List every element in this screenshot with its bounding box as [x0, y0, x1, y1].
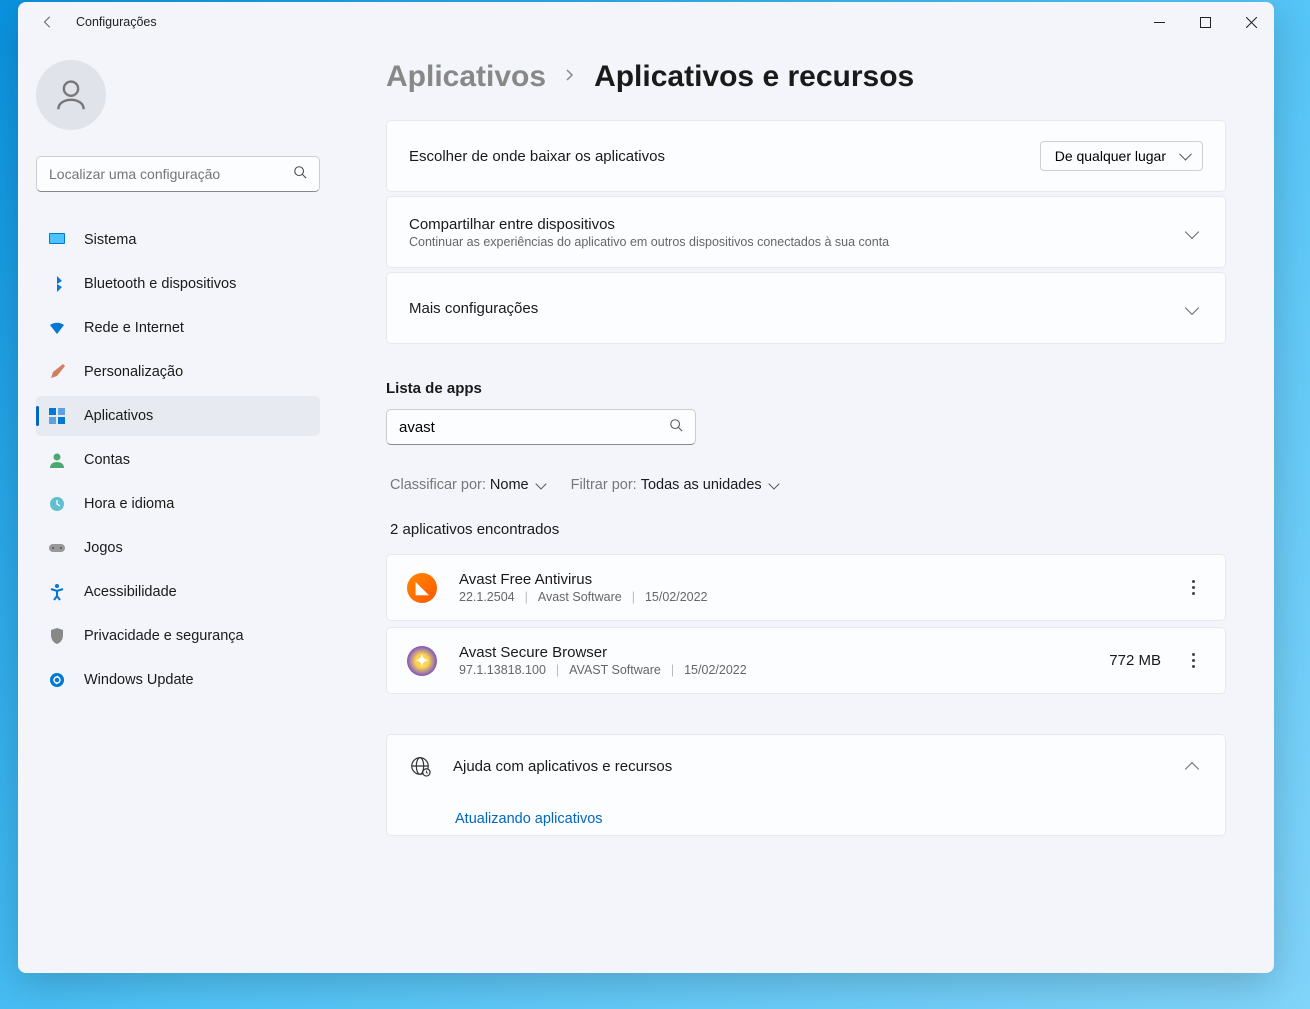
sidebar-item-monitor[interactable]: Sistema — [36, 220, 320, 260]
app-name: Avast Secure Browser — [459, 644, 1109, 661]
minimize-button[interactable] — [1136, 2, 1182, 42]
sidebar-item-label: Bluetooth e dispositivos — [84, 276, 236, 292]
chevron-down-icon — [768, 478, 779, 489]
share-devices-label: Compartilhar entre dispositivos — [409, 216, 889, 233]
minimize-icon — [1154, 17, 1165, 28]
sidebar-item-apps[interactable]: Aplicativos — [36, 396, 320, 436]
search-icon — [669, 418, 683, 437]
sidebar-item-label: Sistema — [84, 232, 136, 248]
shield-icon — [48, 627, 66, 645]
sidebar-item-shield[interactable]: Privacidade e segurança — [36, 616, 320, 656]
back-button[interactable] — [38, 12, 58, 32]
sort-by[interactable]: Classificar por: Nome — [390, 477, 545, 493]
sidebar-item-person[interactable]: Contas — [36, 440, 320, 480]
breadcrumb-parent[interactable]: Aplicativos — [386, 60, 546, 94]
share-devices-card[interactable]: Compartilhar entre dispositivos Continua… — [386, 196, 1226, 268]
apps-search[interactable] — [386, 409, 696, 445]
monitor-icon — [48, 231, 66, 249]
window-controls — [1136, 2, 1274, 42]
page-title: Aplicativos e recursos — [594, 60, 914, 94]
help-link-updating[interactable]: Atualizando aplicativos — [387, 797, 1225, 835]
gamepad-icon — [48, 539, 66, 557]
app-source-dropdown[interactable]: De qualquer lugar — [1040, 141, 1203, 171]
wifi-icon — [48, 319, 66, 337]
app-size: 772 MB — [1109, 652, 1161, 669]
bluetooth-icon — [48, 275, 66, 293]
app-list: ◣ Avast Free Antivirus 22.1.2504|Avast Sof… — [386, 554, 1226, 694]
sidebar-item-brush[interactable]: Personalização — [36, 352, 320, 392]
sidebar-item-label: Hora e idioma — [84, 496, 174, 512]
app-name: Avast Free Antivirus — [459, 571, 1181, 588]
help-card: Ajuda com aplicativos e recursos Atualiz… — [386, 734, 1226, 836]
sidebar-item-label: Privacidade e segurança — [84, 628, 244, 644]
chevron-down-icon — [1185, 225, 1199, 239]
clock-icon — [48, 495, 66, 513]
help-title: Ajuda com aplicativos e recursos — [453, 758, 672, 775]
maximize-icon — [1200, 17, 1211, 28]
sidebar-item-label: Contas — [84, 452, 130, 468]
apps-search-input[interactable] — [399, 419, 669, 436]
app-more-button[interactable] — [1181, 574, 1205, 601]
app-info: Avast Secure Browser 97.1.13818.100|AVAST… — [459, 644, 1109, 677]
avatar[interactable] — [36, 60, 106, 130]
body: Sistema Bluetooth e dispositivos Rede e In… — [18, 42, 1274, 973]
filter-by[interactable]: Filtrar por: Todas as unidades — [571, 477, 778, 493]
breadcrumb: Aplicativos Aplicativos e recursos — [386, 60, 1226, 94]
sidebar-item-wifi[interactable]: Rede e Internet — [36, 308, 320, 348]
app-meta: 22.1.2504|Avast Software|15/02/2022 — [459, 590, 1181, 604]
chevron-down-icon — [1185, 301, 1199, 315]
sidebar-item-clock[interactable]: Hora e idioma — [36, 484, 320, 524]
sidebar-item-update[interactable]: Windows Update — [36, 660, 320, 700]
more-settings-card[interactable]: Mais configurações — [386, 272, 1226, 344]
arrow-left-icon — [41, 15, 55, 29]
sidebar-item-accessibility[interactable]: Acessibilidade — [36, 572, 320, 612]
apps-list-heading: Lista de apps — [386, 380, 1226, 397]
settings-window: Configurações SistemaBlueto — [18, 2, 1274, 973]
globe-icon — [409, 755, 431, 777]
chevron-right-icon — [564, 68, 576, 86]
app-row[interactable]: ✦ Avast Secure Browser 97.1.13818.100|AVAS… — [386, 627, 1226, 694]
maximize-button[interactable] — [1182, 2, 1228, 42]
brush-icon — [48, 363, 66, 381]
help-header[interactable]: Ajuda com aplicativos e recursos — [387, 735, 1225, 797]
app-icon: ✦ — [407, 646, 437, 676]
sidebar-item-label: Windows Update — [84, 672, 194, 688]
app-icon: ◣ — [407, 573, 437, 603]
app-source-value: De qualquer lugar — [1055, 148, 1166, 164]
settings-search[interactable] — [36, 156, 320, 192]
chevron-down-icon — [535, 478, 546, 489]
update-icon — [48, 671, 66, 689]
apps-count: 2 aplicativos encontrados — [386, 521, 1226, 538]
sidebar-item-label: Personalização — [84, 364, 183, 380]
sidebar-item-label: Rede e Internet — [84, 320, 184, 336]
close-icon — [1246, 17, 1257, 28]
app-source-card: Escolher de onde baixar os aplicativos D… — [386, 120, 1226, 192]
app-more-button[interactable] — [1181, 647, 1205, 674]
person-icon — [52, 76, 90, 114]
chevron-up-icon — [1185, 762, 1199, 776]
accessibility-icon — [48, 583, 66, 601]
person-icon — [48, 451, 66, 469]
main-content: Aplicativos Aplicativos e recursos Escol… — [338, 42, 1274, 973]
close-button[interactable] — [1228, 2, 1274, 42]
app-info: Avast Free Antivirus 22.1.2504|Avast Soft… — [459, 571, 1181, 604]
sidebar-item-label: Jogos — [84, 540, 123, 556]
more-settings-label: Mais configurações — [409, 300, 538, 317]
sidebar-item-label: Acessibilidade — [84, 584, 177, 600]
sidebar: Sistema Bluetooth e dispositivos Rede e In… — [18, 42, 338, 973]
titlebar: Configurações — [18, 2, 1274, 42]
app-row[interactable]: ◣ Avast Free Antivirus 22.1.2504|Avast Sof… — [386, 554, 1226, 621]
sidebar-item-label: Aplicativos — [84, 408, 153, 424]
app-source-label: Escolher de onde baixar os aplicativos — [409, 148, 665, 165]
filters: Classificar por: Nome Filtrar por: Todas… — [386, 477, 1226, 493]
window-title: Configurações — [76, 15, 157, 29]
search-icon — [293, 165, 307, 184]
app-meta: 97.1.13818.100|AVAST Software|15/02/2022 — [459, 663, 1109, 677]
sidebar-item-gamepad[interactable]: Jogos — [36, 528, 320, 568]
nav: Sistema Bluetooth e dispositivos Rede e In… — [36, 220, 320, 700]
settings-search-input[interactable] — [49, 166, 293, 182]
sidebar-item-bluetooth[interactable]: Bluetooth e dispositivos — [36, 264, 320, 304]
apps-icon — [48, 407, 66, 425]
share-devices-sub: Continuar as experiências do aplicativo … — [409, 235, 889, 249]
